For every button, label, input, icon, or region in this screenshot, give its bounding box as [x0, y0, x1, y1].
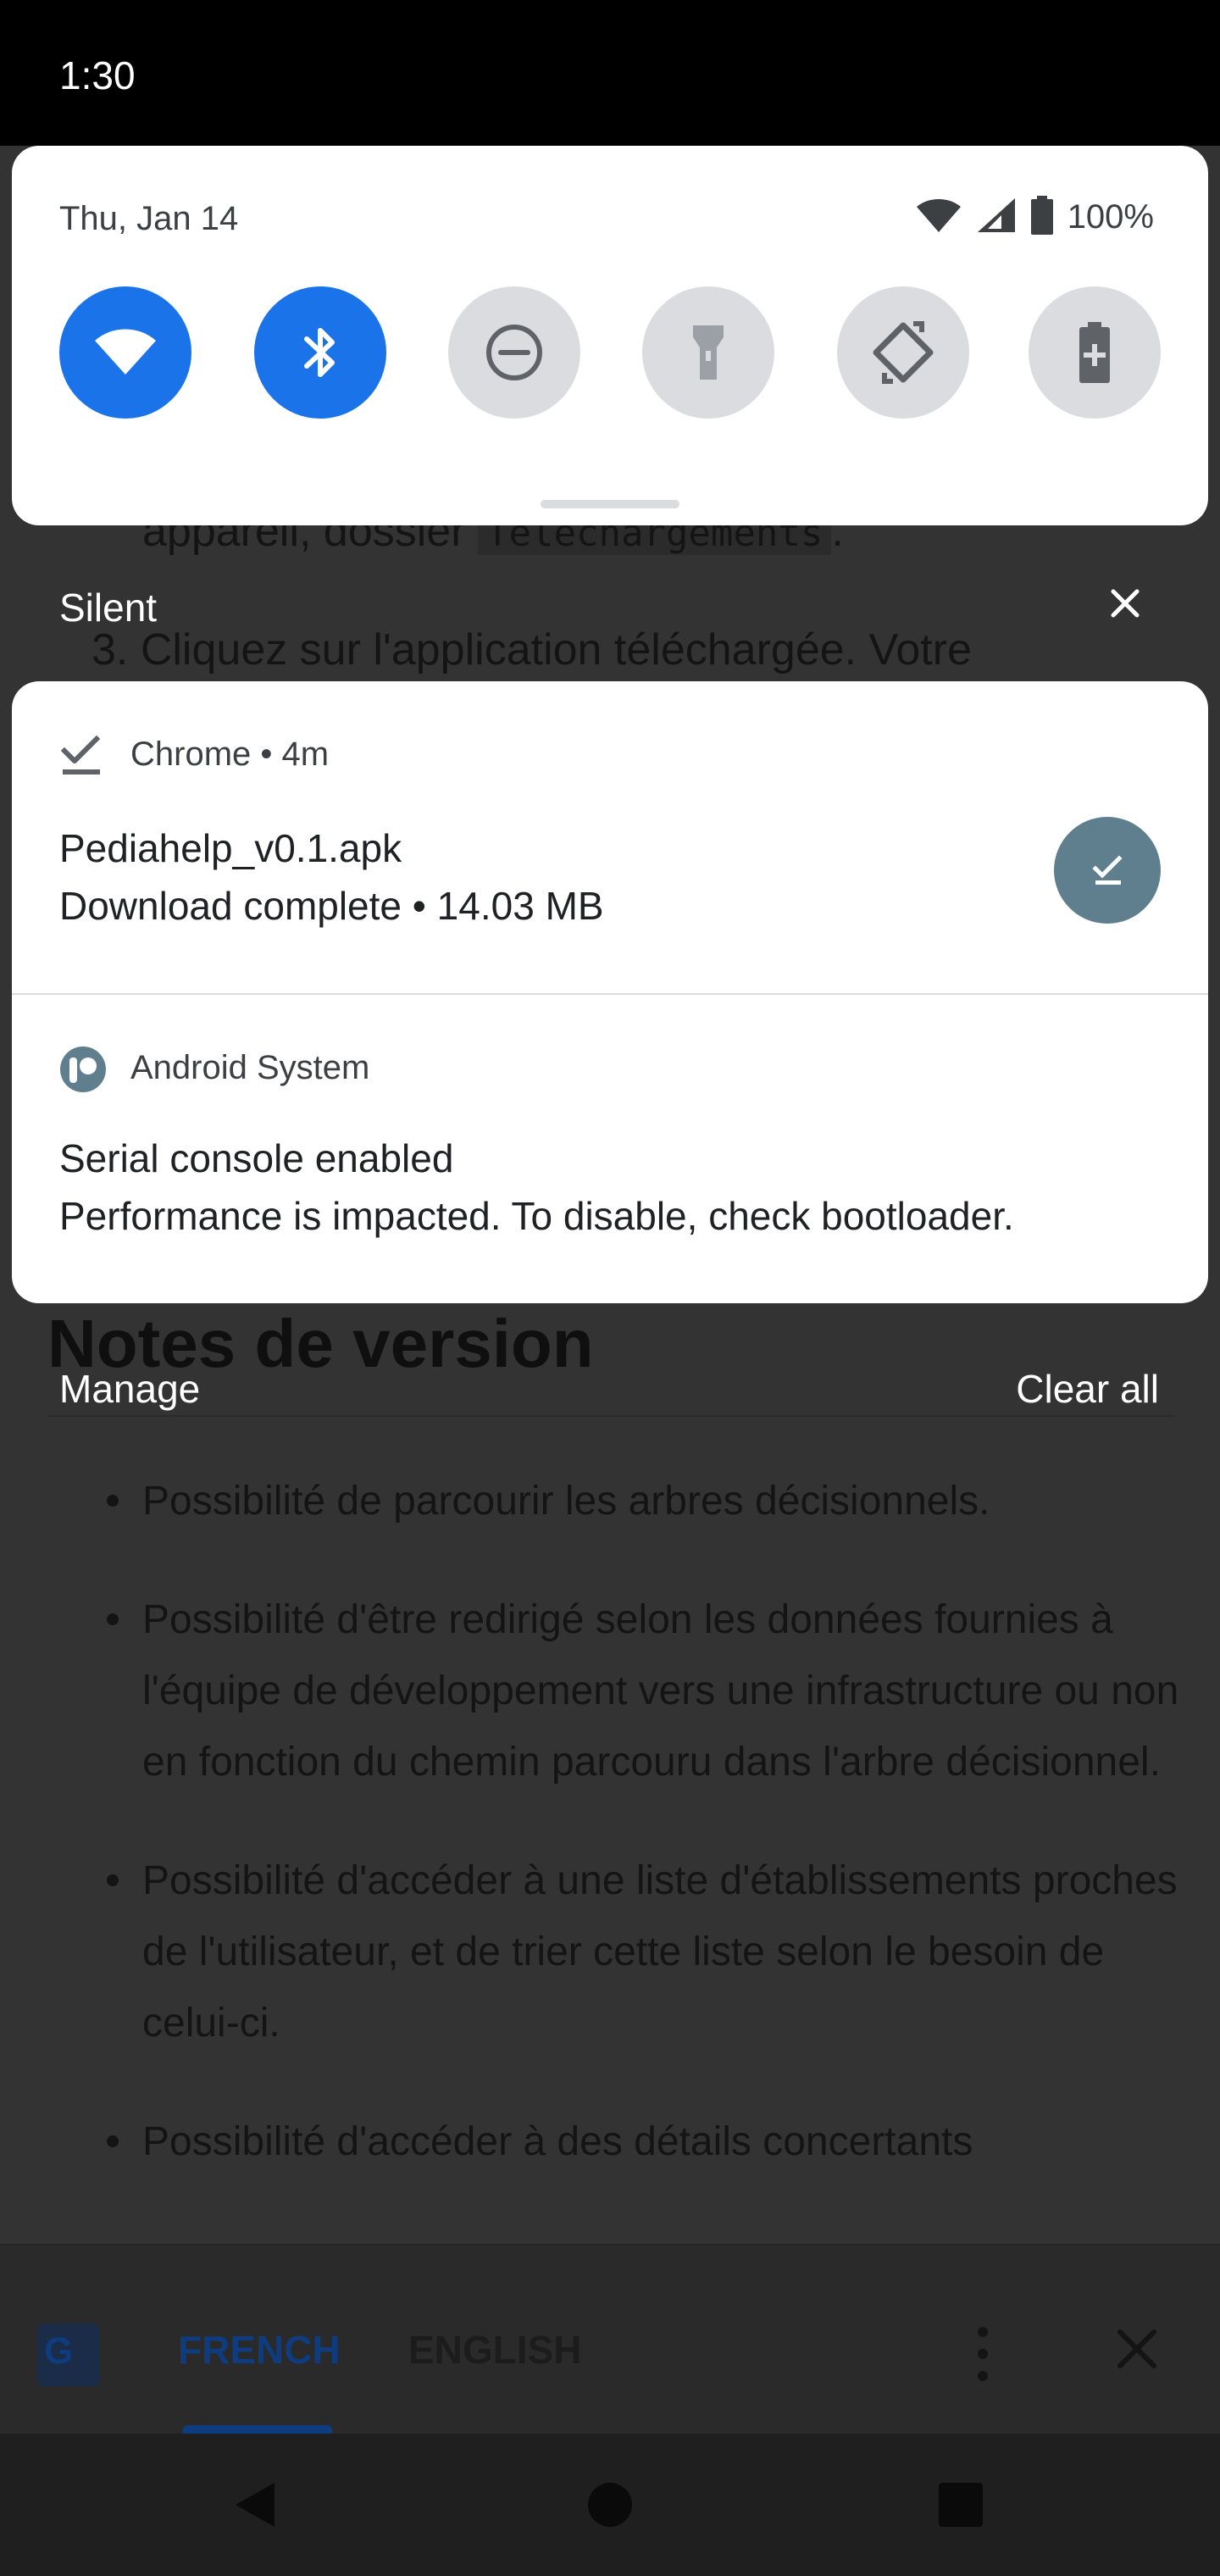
battery-icon	[1030, 195, 1054, 239]
bg-bullet-item: Possibilité de parcourir les arbres déci…	[47, 1466, 1183, 1537]
notification-header: Chrome • 4m	[130, 736, 330, 773]
download-done-icon	[59, 734, 103, 778]
google-translate-icon: G	[37, 2323, 100, 2386]
download-done-button[interactable]	[1054, 817, 1161, 924]
qs-tiles	[59, 286, 1161, 419]
tab-english[interactable]: ENGLISH	[408, 2327, 581, 2373]
home-icon[interactable]	[581, 2476, 639, 2534]
bg-text-line: 3. Cliquez sur l'application téléchargée…	[92, 625, 972, 675]
bluetooth-icon	[304, 328, 335, 377]
notification-header: Android System	[130, 1049, 370, 1086]
flashlight-icon	[693, 325, 724, 380]
bg-bullet-item: Possibilité d'être redirigé selon les do…	[47, 1585, 1183, 1798]
expand-handle[interactable]	[541, 500, 679, 508]
notification-title: Pediahelp_v0.1.apk	[59, 826, 402, 870]
clear-all-button[interactable]: Clear all	[1016, 1366, 1159, 1412]
wifi-icon	[95, 329, 156, 375]
overview-icon[interactable]	[932, 2476, 990, 2534]
bg-bullet-list: Possibilité de parcourir les arbres déci…	[47, 1466, 1183, 2225]
download-done-icon	[1092, 855, 1123, 885]
wifi-signal-icon	[915, 197, 962, 238]
cell-signal-icon	[976, 197, 1017, 238]
quick-settings-panel: Thu, Jan 14 100%	[12, 146, 1208, 525]
back-icon[interactable]	[227, 2476, 285, 2534]
tab-french[interactable]: FRENCH	[178, 2327, 341, 2373]
status-time: 1:30	[59, 53, 136, 97]
notification-text: Performance is impacted. To disable, che…	[59, 1194, 1014, 1238]
notification-android-system[interactable]: Android System Serial console enabled Pe…	[12, 995, 1208, 1303]
battery-saver-icon	[1079, 322, 1110, 383]
do-not-disturb-tile[interactable]	[448, 286, 580, 419]
notification-group: Chrome • 4m Pediahelp_v0.1.apk Download …	[12, 681, 1208, 1303]
bluetooth-tile[interactable]	[254, 286, 386, 419]
battery-percent: 100%	[1067, 197, 1154, 236]
bg-divider	[47, 1415, 1174, 1417]
qs-date[interactable]: Thu, Jan 14	[59, 200, 238, 238]
more-options-icon[interactable]	[966, 2323, 1000, 2384]
android-system-icon	[59, 1046, 106, 1092]
do-not-disturb-icon	[486, 325, 542, 380]
navigation-bar	[0, 2434, 1220, 2576]
notification-title: Serial console enabled	[59, 1136, 454, 1180]
status-bar: 1:30	[0, 0, 1220, 146]
notification-chrome-download[interactable]: Chrome • 4m Pediahelp_v0.1.apk Download …	[12, 681, 1208, 993]
auto-rotate-icon	[873, 321, 934, 384]
qs-status-icons: 100%	[915, 193, 1154, 241]
close-icon[interactable]	[1112, 2323, 1162, 2374]
close-icon[interactable]	[1106, 585, 1144, 622]
bg-bullet-item: Possibilité d'accéder à des détails conc…	[47, 2107, 1183, 2178]
manage-button[interactable]: Manage	[59, 1366, 200, 1412]
wifi-tile[interactable]	[59, 286, 191, 419]
notification-text: Download complete • 14.03 MB	[59, 884, 604, 928]
auto-rotate-tile[interactable]	[837, 286, 969, 419]
translate-logo-letter: G	[44, 2330, 74, 2372]
translate-bar: G FRENCH ENGLISH	[0, 2244, 1220, 2435]
battery-saver-tile[interactable]	[1029, 286, 1161, 419]
bg-bullet-item: Possibilité d'accéder à une liste d'étab…	[47, 1846, 1183, 2059]
section-label-silent: Silent	[59, 586, 158, 630]
flashlight-tile[interactable]	[642, 286, 774, 419]
